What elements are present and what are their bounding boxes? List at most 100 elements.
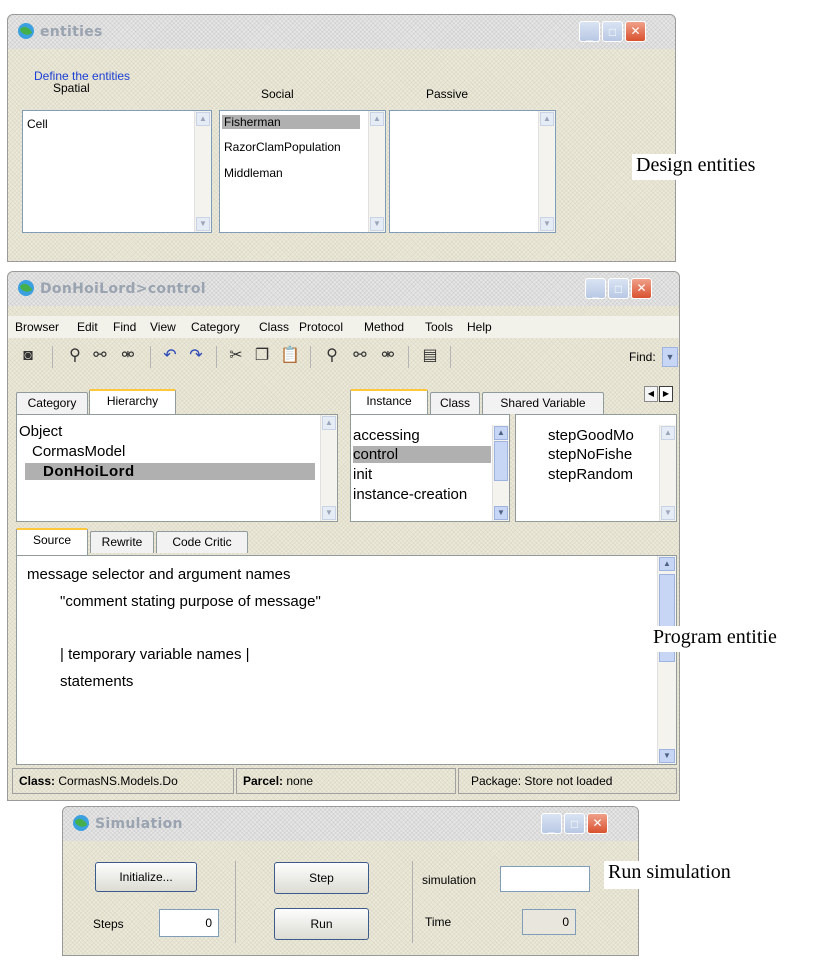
protocol-list[interactable]: accessing control init instance-creation… bbox=[350, 414, 510, 522]
scroll-up-icon[interactable]: ▲ bbox=[540, 112, 554, 126]
undo-icon[interactable]: ↶ bbox=[158, 344, 182, 368]
scroll-up-icon[interactable]: ▲ bbox=[322, 416, 336, 430]
scroll-down-icon[interactable]: ▼ bbox=[540, 217, 554, 231]
find-dropdown[interactable]: ▼ bbox=[662, 347, 678, 367]
close-button[interactable]: ✕ bbox=[587, 813, 608, 834]
scrollbar[interactable]: ▲ ▼ bbox=[368, 111, 385, 232]
minimize-button[interactable]: _ bbox=[541, 813, 562, 834]
tab-instance[interactable]: Instance bbox=[350, 389, 428, 414]
find-class-icon[interactable]: ⚲ bbox=[63, 344, 87, 368]
scrollbar[interactable]: ▲ ▼ bbox=[492, 425, 509, 521]
spatial-list[interactable]: Cell ▲ ▼ bbox=[22, 110, 212, 233]
scrollbar[interactable]: ▲ ▼ bbox=[194, 111, 211, 232]
source-line: message selector and argument names bbox=[27, 566, 291, 583]
scrollbar[interactable]: ▲ ▼ bbox=[657, 556, 676, 764]
scroll-up-icon[interactable]: ▲ bbox=[196, 112, 210, 126]
tab-class[interactable]: Class bbox=[430, 392, 480, 414]
format-icon[interactable]: ▤ bbox=[418, 344, 442, 368]
method-item[interactable]: stepNoFishe bbox=[548, 446, 632, 463]
scrollbar[interactable]: ▲ ▼ bbox=[538, 111, 555, 232]
initialize-button[interactable]: Initialize... bbox=[95, 862, 197, 892]
menu-category[interactable]: Category bbox=[191, 320, 240, 334]
list-item[interactable]: Cell bbox=[27, 117, 48, 131]
tab-scroll-left[interactable]: ◀ bbox=[644, 386, 658, 402]
method-item[interactable]: stepRandom bbox=[548, 466, 633, 483]
browse-icon[interactable]: ◙ bbox=[16, 344, 40, 368]
list-item[interactable]: RazorClamPopulation bbox=[224, 140, 364, 154]
scrollbar[interactable]: ▲ ▼ bbox=[320, 415, 337, 521]
copy-icon[interactable]: ❐ bbox=[250, 344, 274, 368]
find-senders-icon[interactable]: ⚮ bbox=[376, 344, 400, 368]
scroll-down-icon[interactable]: ▼ bbox=[322, 506, 336, 520]
step-button[interactable]: Step bbox=[274, 862, 369, 894]
entities-titlebar[interactable]: entities _ □ ✕ bbox=[8, 15, 675, 49]
close-button[interactable]: ✕ bbox=[625, 21, 646, 42]
menu-class[interactable]: Class bbox=[259, 320, 289, 334]
cut-icon[interactable]: ✂ bbox=[224, 344, 248, 368]
hierarchy-list[interactable]: Object CormasModel DonHoiLord ▲ ▼ bbox=[16, 414, 338, 522]
list-item-selected[interactable]: Fisherman bbox=[222, 115, 360, 129]
tab-hierarchy[interactable]: Hierarchy bbox=[89, 389, 176, 414]
hierarchy-item[interactable]: CormasModel bbox=[32, 443, 125, 460]
simulation-field[interactable] bbox=[500, 866, 590, 892]
menu-find[interactable]: Find bbox=[113, 320, 136, 334]
protocol-item-selected[interactable]: control bbox=[353, 446, 491, 463]
tab-rewrite[interactable]: Rewrite bbox=[90, 531, 154, 553]
status-class: Class: CormasNS.Models.Do bbox=[12, 768, 234, 794]
source-line: statements bbox=[60, 673, 134, 690]
scroll-down-icon[interactable]: ▼ bbox=[196, 217, 210, 231]
maximize-button[interactable]: □ bbox=[564, 813, 585, 834]
tab-shared-variable[interactable]: Shared Variable bbox=[482, 392, 604, 414]
scroll-up-icon[interactable]: ▲ bbox=[659, 557, 675, 571]
scrollbar[interactable]: ▲ ▼ bbox=[659, 425, 676, 521]
menu-tools[interactable]: Tools bbox=[425, 320, 453, 334]
scroll-up-icon[interactable]: ▲ bbox=[370, 112, 384, 126]
menu-edit[interactable]: Edit bbox=[77, 320, 98, 334]
protocol-item[interactable]: accessing bbox=[353, 427, 420, 444]
find-reference-icon[interactable]: ⚮ bbox=[116, 344, 140, 368]
redo-icon[interactable]: ↷ bbox=[184, 344, 208, 368]
method-list[interactable]: stepGoodMo stepNoFishe stepRandom ▲ ▼ bbox=[515, 414, 677, 522]
steps-field[interactable]: 0 bbox=[159, 909, 219, 937]
scroll-down-icon[interactable]: ▼ bbox=[661, 506, 675, 520]
source-editor[interactable]: message selector and argument names "com… bbox=[16, 555, 677, 765]
list-item[interactable]: Middleman bbox=[224, 166, 283, 180]
method-item[interactable]: stepGoodMo bbox=[548, 427, 634, 444]
menu-browser[interactable]: Browser bbox=[15, 320, 59, 334]
run-button[interactable]: Run bbox=[274, 908, 369, 940]
passive-list[interactable]: ▲ ▼ bbox=[389, 110, 556, 233]
maximize-button[interactable]: □ bbox=[608, 278, 629, 299]
scroll-thumb[interactable] bbox=[494, 441, 508, 481]
tab-category[interactable]: Category bbox=[16, 392, 88, 414]
minimize-button[interactable]: _ bbox=[585, 278, 606, 299]
hierarchy-item-selected[interactable]: DonHoiLord bbox=[25, 463, 315, 480]
menu-protocol[interactable]: Protocol bbox=[299, 320, 343, 334]
tab-source[interactable]: Source bbox=[16, 528, 88, 555]
tab-scroll-right[interactable]: ▶ bbox=[659, 386, 673, 402]
entities-window: entities _ □ ✕ Define the entities Spati… bbox=[7, 14, 676, 262]
scroll-down-icon[interactable]: ▼ bbox=[494, 506, 508, 520]
hierarchy-item[interactable]: Object bbox=[19, 423, 62, 440]
scroll-down-icon[interactable]: ▼ bbox=[370, 217, 384, 231]
menu-method[interactable]: Method bbox=[364, 320, 404, 334]
maximize-button[interactable]: □ bbox=[602, 21, 623, 42]
protocol-item[interactable]: init bbox=[353, 466, 372, 483]
minimize-button[interactable]: _ bbox=[579, 21, 600, 42]
find-method-icon[interactable]: ⚯ bbox=[88, 344, 112, 368]
menu-help[interactable]: Help bbox=[467, 320, 492, 334]
simulation-titlebar[interactable]: Simulation _ □ ✕ bbox=[63, 807, 638, 841]
find-string-icon[interactable]: ⚲ bbox=[320, 344, 344, 368]
protocol-item[interactable]: instance-creation bbox=[353, 486, 491, 503]
chevron-down-icon: ▼ bbox=[665, 352, 675, 362]
find-selector-icon[interactable]: ⚯ bbox=[348, 344, 372, 368]
scroll-down-icon[interactable]: ▼ bbox=[659, 749, 675, 763]
menu-view[interactable]: View bbox=[150, 320, 176, 334]
minimize-icon: _ bbox=[548, 820, 555, 834]
tab-code-critic[interactable]: Code Critic bbox=[156, 531, 248, 553]
social-list[interactable]: Fisherman RazorClamPopulation Middleman … bbox=[219, 110, 386, 233]
scroll-up-icon[interactable]: ▲ bbox=[661, 426, 675, 440]
scroll-up-icon[interactable]: ▲ bbox=[494, 426, 508, 440]
paste-icon[interactable]: 📋 bbox=[278, 344, 302, 368]
browser-titlebar[interactable]: DonHoiLord>control _ □ ✕ bbox=[8, 272, 679, 306]
close-button[interactable]: ✕ bbox=[631, 278, 652, 299]
